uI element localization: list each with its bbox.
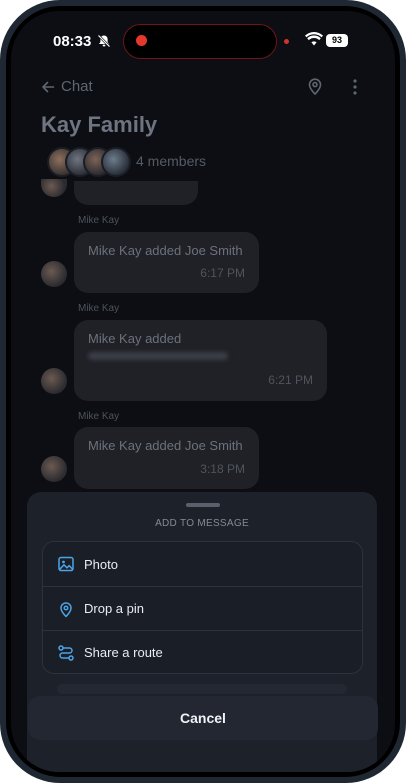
message-sender: Mike Kay	[78, 215, 120, 226]
arrow-left-icon	[42, 81, 55, 92]
location-pin-icon[interactable]	[305, 76, 325, 96]
message-text: Mike Kay added Joe Smith	[88, 243, 243, 258]
message-time: 3:18 PM	[200, 462, 245, 476]
share-route-option[interactable]: Share a route	[43, 630, 362, 674]
message-sender: Mike Kay	[78, 303, 120, 314]
bell-muted-icon	[97, 34, 111, 48]
wifi-icon	[305, 32, 323, 46]
message-bubble[interactable]: Mike Kay added Joe Smith 6:17 PM	[74, 232, 259, 293]
message-text: Mike Kay added Joe Smith	[88, 438, 243, 453]
privacy-indicator	[284, 39, 289, 44]
member-avatars[interactable]	[47, 147, 137, 177]
sheet-handle[interactable]	[186, 503, 220, 507]
message-bubble[interactable]: Mike Kay added Joe Smith 3:18 PM	[74, 427, 259, 489]
map-pin-icon	[60, 601, 72, 618]
members-count[interactable]: 4 members	[136, 153, 206, 169]
message-bubble[interactable]: Mike Kay added 6:21 PM	[74, 320, 327, 401]
more-vertical-icon[interactable]	[348, 77, 362, 97]
message-bubble	[74, 181, 198, 205]
drop-pin-option[interactable]: Drop a pin	[43, 586, 362, 630]
cancel-button[interactable]: Cancel	[28, 696, 378, 740]
dynamic-island	[123, 24, 277, 59]
share-route-label: Share a route	[84, 645, 163, 660]
avatar	[101, 147, 131, 177]
avatar	[41, 179, 67, 197]
sheet-title: ADD TO MESSAGE	[155, 518, 249, 529]
options-list: Photo Drop a pin Share a route	[42, 541, 363, 674]
message-time: 6:21 PM	[268, 373, 313, 387]
redacted-text	[88, 352, 228, 360]
battery-indicator: 93	[326, 34, 348, 47]
screen: 08:33 93 Chat Kay Family 4 members Mike …	[11, 11, 395, 772]
chat-title: Kay Family	[41, 112, 158, 137]
back-button[interactable]: Chat	[41, 78, 93, 95]
recording-indicator	[136, 35, 147, 46]
image-icon	[58, 556, 74, 572]
drop-pin-label: Drop a pin	[84, 601, 144, 616]
sheet-divider	[57, 684, 347, 694]
photo-option[interactable]: Photo	[43, 542, 362, 586]
back-label: Chat	[61, 78, 93, 95]
message-time: 6:17 PM	[200, 266, 245, 280]
status-time: 08:33	[53, 33, 92, 50]
avatar	[41, 368, 67, 394]
avatar	[41, 456, 67, 482]
message-sender: Mike Kay	[78, 411, 120, 422]
avatar	[41, 261, 67, 287]
route-icon	[58, 644, 74, 661]
photo-label: Photo	[84, 556, 118, 572]
message-text: Mike Kay added	[88, 331, 182, 346]
